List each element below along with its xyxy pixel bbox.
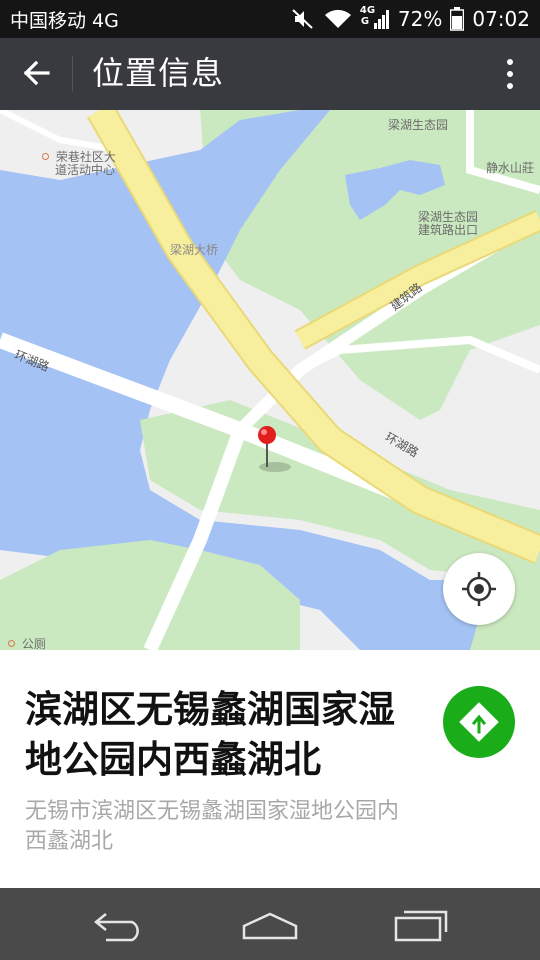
map-label-exit-2: 建筑路出口 xyxy=(418,223,479,237)
signal-icon: 4G G xyxy=(360,5,390,31)
map-label-ecology-park: 梁湖生态园 xyxy=(388,118,449,132)
nav-home-button[interactable] xyxy=(242,906,298,946)
my-location-button[interactable] xyxy=(443,553,515,625)
map-label-jingshui: 静水山莊 xyxy=(486,161,535,175)
toolbar: 位置信息 xyxy=(0,38,540,110)
nav-back-icon xyxy=(93,913,139,942)
location-info-panel: 滨湖区无锡蠡湖国家湿地公园内西蠡湖北 无锡市滨湖区无锡蠡湖国家湿地公园内西蠡湖北 xyxy=(0,650,540,888)
back-arrow-icon xyxy=(23,60,50,86)
map-label-text: 公厕 xyxy=(21,637,46,650)
place-address: 无锡市滨湖区无锡蠡湖国家湿地公园内西蠡湖北 xyxy=(25,799,400,854)
toolbar-divider xyxy=(72,56,73,92)
clock: 07:02 xyxy=(472,7,530,31)
status-bar: 中国移动 4G 4G G 72% 07:02 xyxy=(0,0,540,38)
wifi-icon xyxy=(324,8,352,30)
page-title: 位置信息 xyxy=(92,54,225,92)
map-label-text: 荣巷社区大 xyxy=(55,150,116,164)
map-label-community-center: 荣巷社区大 xyxy=(42,150,116,164)
map-label-community-center-2: 道活动中心 xyxy=(55,163,116,177)
location-pin-icon xyxy=(255,425,291,475)
place-name: 滨湖区无锡蠡湖国家湿地公园内西蠡湖北 xyxy=(25,688,395,781)
nav-back-button[interactable] xyxy=(92,906,148,946)
system-nav-bar xyxy=(0,888,540,960)
map-label-bridge: 梁湖大桥 xyxy=(170,243,219,257)
carrier-label: 中国移动 4G xyxy=(10,10,119,32)
map-label-exit: 梁湖生态园 xyxy=(418,210,479,224)
battery-percent: 72% xyxy=(397,7,443,31)
nav-home-icon xyxy=(242,912,298,940)
map-view[interactable]: 荣巷社区大 道活动中心 梁湖生态园 静水山莊 梁湖生态园 建筑路出口 梁湖大桥 … xyxy=(0,110,540,650)
more-button[interactable] xyxy=(498,54,522,94)
directions-button[interactable] xyxy=(443,686,515,758)
more-vert-icon xyxy=(507,59,513,89)
my-location-icon xyxy=(462,572,496,606)
directions-icon xyxy=(459,702,499,742)
mute-icon xyxy=(290,7,316,31)
back-button[interactable] xyxy=(16,52,58,94)
battery-icon xyxy=(450,7,465,31)
map-label-toilet: 公厕 xyxy=(8,637,46,650)
nav-recents-icon xyxy=(394,910,448,942)
nav-recents-button[interactable] xyxy=(394,906,450,946)
